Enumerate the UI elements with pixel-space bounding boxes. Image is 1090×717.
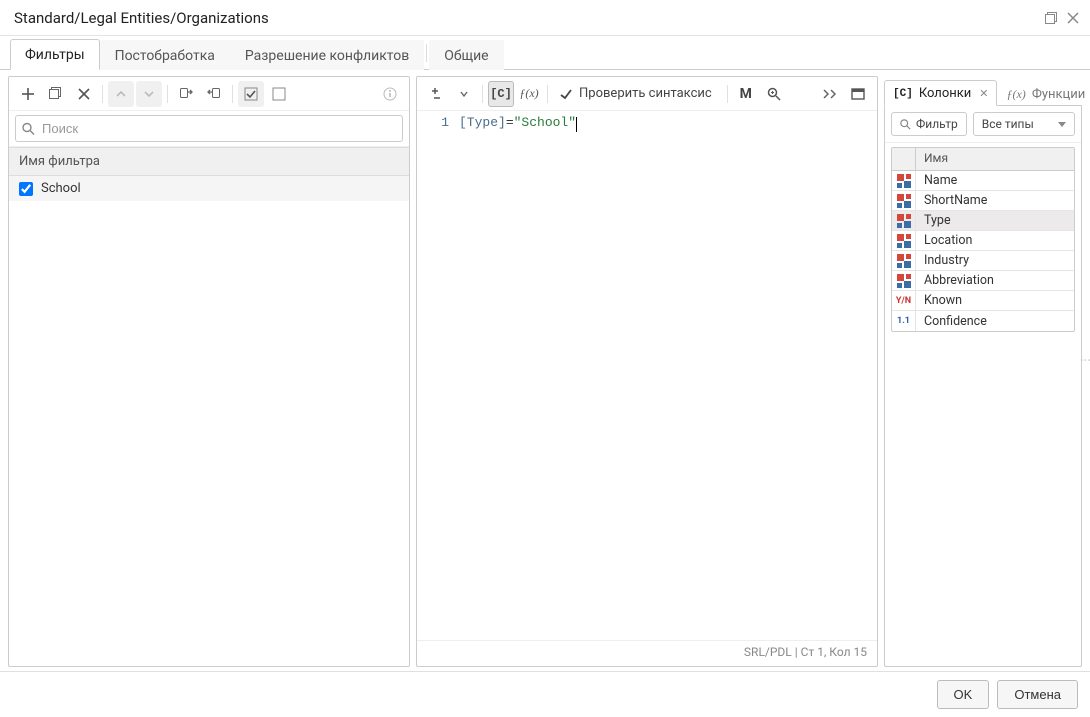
insert-column-button[interactable]: [C] (488, 81, 514, 107)
filter-row-label: School (41, 181, 81, 196)
window-title: Standard/Legal Entities/Organizations (14, 9, 269, 27)
column-type-icon (892, 171, 916, 190)
column-type-icon: 1.1 (892, 311, 916, 331)
column-resize-handle[interactable]: ⋮ (1079, 354, 1090, 363)
info-icon (377, 81, 403, 107)
column-row[interactable]: 1.1Confidence (892, 311, 1074, 331)
line-number: 1 (417, 115, 449, 130)
close-columns-tab-icon[interactable]: ✕ (977, 87, 990, 100)
import-icon[interactable] (173, 81, 199, 107)
popout-icon[interactable] (845, 81, 871, 107)
column-row[interactable]: Y/NKnown (892, 291, 1074, 311)
tab-conflicts[interactable]: Разрешение конфликтов (230, 40, 424, 70)
editor-toolbar: [C] ƒ(x) Проверить синтаксис M (417, 77, 877, 111)
editor-panel: [C] ƒ(x) Проверить синтаксис M 1 (416, 76, 878, 667)
editor-statusbar: SRL/PDL | Ст 1, Кол 15 (417, 640, 877, 666)
columns-name-header: Имя (916, 148, 1074, 170)
add-filter-icon[interactable] (15, 81, 41, 107)
column-row[interactable]: Location (892, 231, 1074, 251)
column-row[interactable]: Industry (892, 251, 1074, 271)
check-syntax-label: Проверить синтаксис (579, 86, 712, 101)
column-name: Known (916, 293, 1074, 308)
code-editor[interactable]: 1 [Type]="School" (417, 111, 877, 640)
filter-row-checkbox[interactable] (19, 182, 33, 196)
columns-table: Имя Name ShortName Type Location Industry Abb… (891, 147, 1075, 332)
column-row[interactable]: Abbreviation (892, 271, 1074, 291)
text-cursor (576, 117, 577, 132)
columns-filterbar: Фильтр Все типы (885, 106, 1081, 143)
m-button[interactable]: M (733, 81, 759, 107)
export-icon[interactable] (201, 81, 227, 107)
fx-icon: ƒ(x) (519, 86, 538, 101)
column-name: Abbreviation (916, 273, 1074, 288)
overflow-icon[interactable] (817, 81, 843, 107)
code-area[interactable]: [Type]="School" (459, 111, 877, 640)
token-string: "School" (514, 115, 576, 130)
column-type-icon (892, 211, 916, 230)
filters-panel: Имя фильтра School ⋮ (8, 76, 410, 667)
top-tabs: Фильтры Постобработка Разрешение конфлик… (0, 36, 1090, 70)
tab-separator (426, 44, 427, 62)
column-row[interactable]: Name (892, 171, 1074, 191)
insert-function-button[interactable]: ƒ(x) (516, 81, 542, 107)
side-panel: [C] Колонки ✕ ƒ(x) Функции ✕ Фильтр Все … (884, 76, 1082, 667)
types-select[interactable]: Все типы (973, 112, 1075, 136)
check-syntax-button[interactable]: Проверить синтаксис (553, 81, 722, 107)
tab-columns[interactable]: [C] Колонки ✕ (884, 80, 997, 106)
column-name: Industry (916, 253, 1074, 268)
line-gutter: 1 (417, 111, 459, 640)
column-name: Type (916, 213, 1074, 228)
titlebar: Standard/Legal Entities/Organizations (0, 0, 1090, 36)
move-down-icon (136, 81, 162, 107)
column-name: Location (916, 233, 1074, 248)
tab-filters[interactable]: Фильтры (10, 39, 100, 70)
checkbox-empty-icon[interactable] (266, 81, 292, 107)
checkbox-checked-icon[interactable] (238, 81, 264, 107)
columns-filter-label: Фильтр (916, 117, 958, 131)
filter-name-header: Имя фильтра (9, 147, 409, 176)
cancel-button[interactable]: Отмена (997, 680, 1078, 709)
functions-tab-icon: ƒ(x) (1006, 87, 1025, 102)
columns-tab-icon: [C] (893, 88, 913, 100)
filter-search-input[interactable] (15, 115, 403, 142)
window-restore-icon[interactable] (1044, 11, 1058, 25)
window-close-icon[interactable] (1066, 11, 1080, 25)
column-type-icon (892, 191, 916, 210)
columns-table-header: Имя (892, 148, 1074, 171)
tab-functions[interactable]: ƒ(x) Функции ✕ (997, 81, 1090, 106)
move-up-icon (108, 81, 134, 107)
column-type-icon (892, 251, 916, 270)
types-select-label: Все типы (982, 117, 1034, 131)
dialog-footer: OK Отмена (0, 671, 1090, 717)
column-type-icon (892, 231, 916, 250)
ok-button[interactable]: OK (937, 680, 990, 709)
copy-filter-icon[interactable] (43, 81, 69, 107)
token-eq: = (506, 115, 514, 130)
filters-toolbar (9, 77, 409, 111)
columns-tab-label: Колонки (919, 86, 971, 101)
side-tabs: [C] Колонки ✕ ƒ(x) Функции ✕ (884, 76, 1082, 106)
delete-filter-icon[interactable] (71, 81, 97, 107)
chevron-down-icon (1058, 122, 1066, 127)
tab-common[interactable]: Общие (429, 40, 503, 70)
column-row[interactable]: ShortName (892, 191, 1074, 211)
column-type-icon: Y/N (892, 291, 916, 310)
column-type-icon (892, 271, 916, 290)
column-name: ShortName (916, 193, 1074, 208)
chevron-down-small-icon[interactable] (451, 81, 477, 107)
functions-tab-label: Функции (1032, 87, 1085, 102)
search-icon (900, 119, 911, 130)
column-row[interactable]: Type (892, 211, 1074, 231)
toggle-plusminus-icon[interactable] (423, 81, 449, 107)
filters-list: School (9, 176, 409, 666)
filter-row[interactable]: School (9, 176, 409, 201)
columns-filter-button[interactable]: Фильтр (891, 112, 967, 136)
column-name: Confidence (916, 314, 1074, 329)
check-icon (559, 87, 573, 101)
zoom-icon[interactable] (761, 81, 787, 107)
token-bracket: [Type] (459, 115, 506, 130)
column-name: Name (916, 173, 1074, 188)
tab-postprocess[interactable]: Постобработка (100, 40, 230, 70)
